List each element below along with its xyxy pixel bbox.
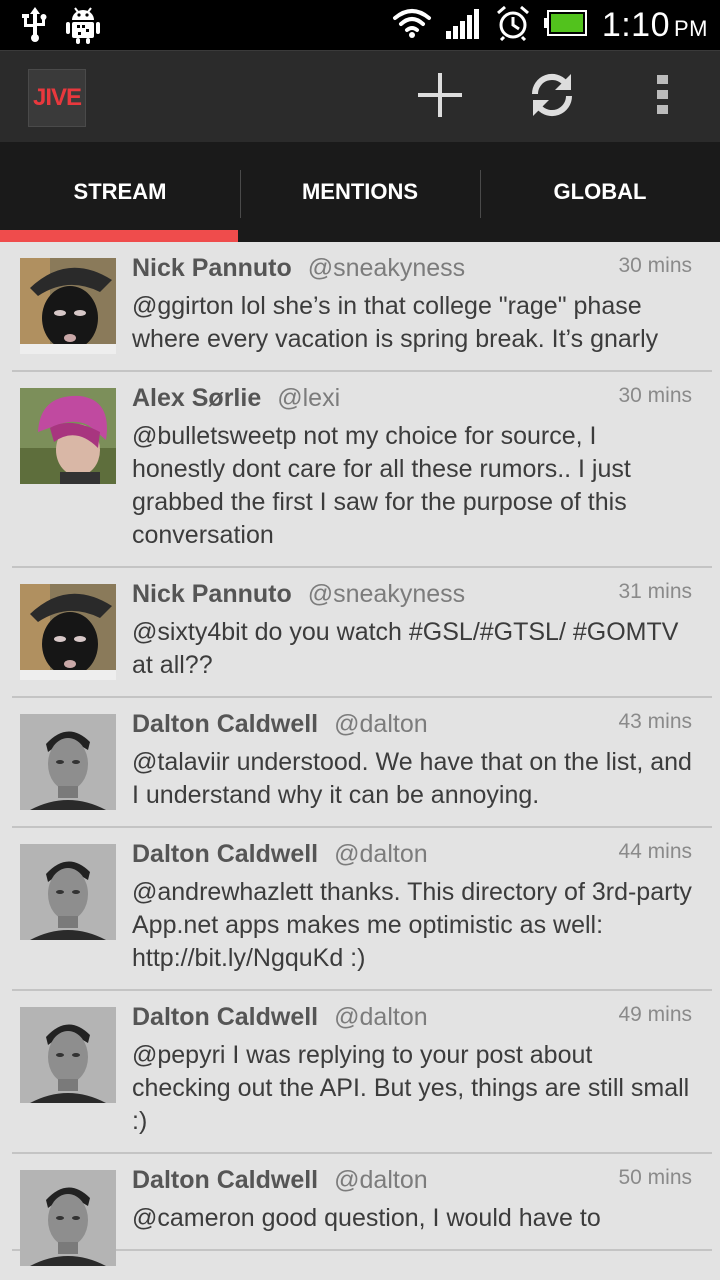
battery-icon <box>543 9 588 42</box>
status-bar: 1:10 PM <box>0 0 720 50</box>
refresh-icon <box>527 70 577 125</box>
avatar[interactable] <box>20 388 116 484</box>
author-name[interactable]: Nick Pannuto <box>132 254 292 283</box>
author-handle[interactable]: @lexi <box>277 384 340 413</box>
tab-stream[interactable]: STREAM <box>0 142 240 242</box>
tab-label: GLOBAL <box>553 179 647 204</box>
alarm-icon <box>496 5 530 46</box>
post-time: 50 mins <box>618 1166 692 1189</box>
post-text: @pepyri I was replying to your post abou… <box>132 1041 690 1135</box>
list-item[interactable]: Alex Sørlie @lexi 30 mins @bulletsweetp … <box>12 372 712 568</box>
bw-portrait-avatar-icon <box>20 844 116 940</box>
tab-global[interactable]: GLOBAL <box>480 142 720 242</box>
signal-icon <box>445 7 482 44</box>
list-item[interactable]: Dalton Caldwell @dalton 43 mins @talavii… <box>12 698 712 828</box>
author-handle[interactable]: @dalton <box>334 1003 428 1032</box>
wifi-icon <box>392 7 432 44</box>
post-text: @bulletsweetp not my choice for source, … <box>132 422 631 549</box>
add-icon <box>415 70 465 125</box>
post-stream[interactable]: Nick Pannuto @sneakyness 30 mins @ggirto… <box>0 242 720 1280</box>
post-text: @andrewhazlett thanks. This directory of… <box>132 878 692 972</box>
tab-bar: STREAM MENTIONS GLOBAL <box>0 142 720 242</box>
avatar[interactable] <box>20 1007 116 1103</box>
active-tab-indicator <box>0 230 238 242</box>
new-post-button[interactable] <box>405 65 475 129</box>
author-handle[interactable]: @dalton <box>334 840 428 869</box>
post-text: @talaviir understood. We have that on th… <box>132 748 692 809</box>
post-time: 31 mins <box>618 580 692 603</box>
tab-label: STREAM <box>73 179 167 204</box>
bw-portrait-avatar-icon <box>20 1170 116 1266</box>
author-name[interactable]: Alex Sørlie <box>132 384 261 413</box>
post-text: @ggirton lol she’s in that college "rage… <box>132 292 659 353</box>
pink-hair-avatar-icon <box>20 388 116 484</box>
post-time: 30 mins <box>618 254 692 277</box>
post-text: @sixty4bit do you watch #GSL/#GTSL/ #GOM… <box>132 618 679 679</box>
list-item[interactable]: Dalton Caldwell @dalton 44 mins @andrewh… <box>12 828 712 991</box>
avatar[interactable] <box>20 258 116 354</box>
post-time: 49 mins <box>618 1003 692 1026</box>
app-logo[interactable]: JIVE <box>28 69 86 127</box>
usb-icon <box>20 7 50 48</box>
avatar[interactable] <box>20 1170 116 1266</box>
author-name[interactable]: Dalton Caldwell <box>132 840 318 869</box>
avatar[interactable] <box>20 714 116 810</box>
tab-mentions[interactable]: MENTIONS <box>240 142 480 242</box>
author-name[interactable]: Dalton Caldwell <box>132 1003 318 1032</box>
app-logo-text: JIVE <box>32 84 82 111</box>
post-time: 43 mins <box>618 710 692 733</box>
masked-face-avatar-icon <box>20 258 116 354</box>
overflow-menu-button[interactable] <box>628 65 698 129</box>
author-handle[interactable]: @sneakyness <box>308 580 465 609</box>
list-item[interactable]: Dalton Caldwell @dalton 49 mins @pepyri … <box>12 991 712 1154</box>
android-debug-icon <box>66 6 100 49</box>
list-item[interactable]: Nick Pannuto @sneakyness 30 mins @ggirto… <box>12 242 712 372</box>
avatar[interactable] <box>20 584 116 680</box>
clock: 1:10 PM <box>601 5 708 44</box>
author-name[interactable]: Dalton Caldwell <box>132 710 318 739</box>
masked-face-avatar-icon <box>20 584 116 680</box>
post-time: 30 mins <box>618 384 692 407</box>
post-time: 44 mins <box>618 840 692 863</box>
avatar[interactable] <box>20 844 116 940</box>
author-name[interactable]: Nick Pannuto <box>132 580 292 609</box>
author-handle[interactable]: @dalton <box>334 1166 428 1195</box>
list-item[interactable]: Nick Pannuto @sneakyness 31 mins @sixty4… <box>12 568 712 698</box>
tab-label: MENTIONS <box>301 179 419 204</box>
bw-portrait-avatar-icon <box>20 714 116 810</box>
overflow-menu-icon <box>656 74 670 121</box>
bw-portrait-avatar-icon <box>20 1007 116 1103</box>
action-bar: JIVE <box>0 50 720 142</box>
refresh-button[interactable] <box>517 65 587 129</box>
post-text: @cameron good question, I would have to <box>132 1204 601 1232</box>
author-handle[interactable]: @sneakyness <box>308 254 465 283</box>
list-item[interactable]: Dalton Caldwell @dalton 50 mins @cameron… <box>12 1154 712 1266</box>
author-handle[interactable]: @dalton <box>334 710 428 739</box>
author-name[interactable]: Dalton Caldwell <box>132 1166 318 1195</box>
